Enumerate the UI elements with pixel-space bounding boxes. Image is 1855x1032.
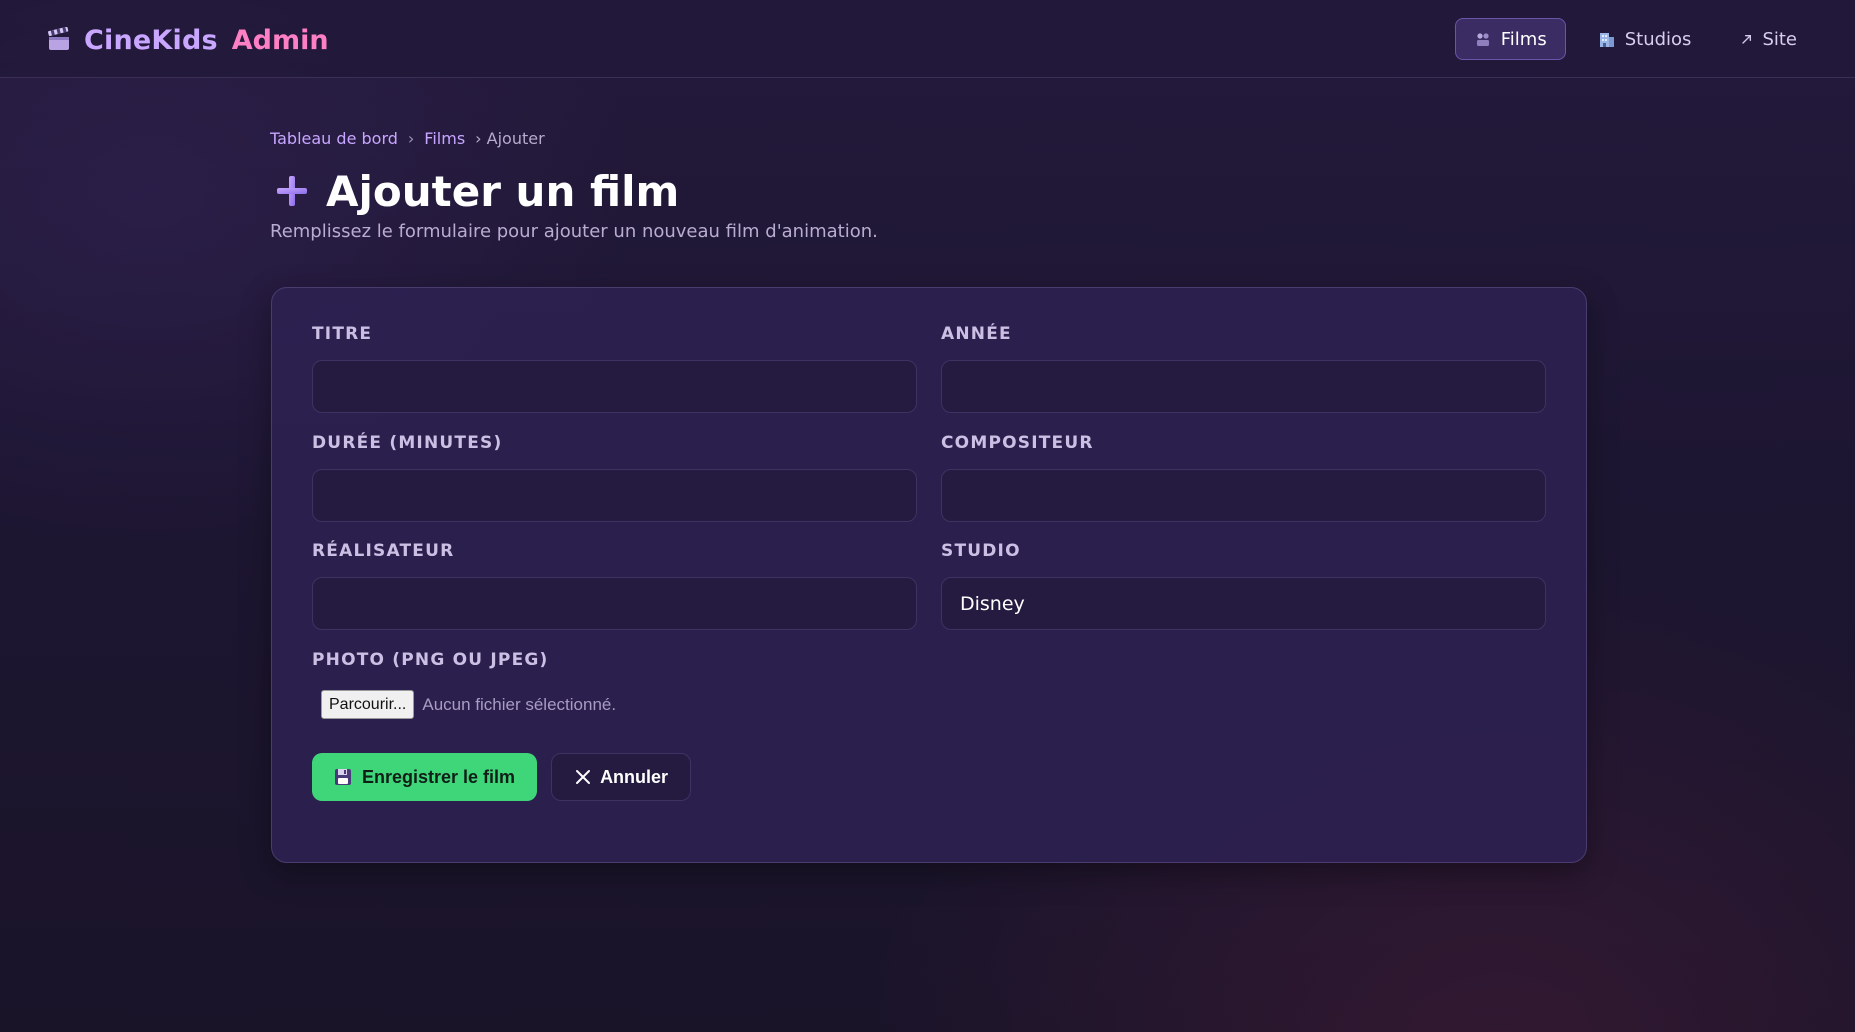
film-form-card: TITRE ANNÉE DURÉE (MINUTES) COMPOSITEUR … xyxy=(271,287,1587,863)
compositeur-input[interactable] xyxy=(941,469,1546,522)
duree-input[interactable] xyxy=(312,469,917,522)
cancel-label: Annuler xyxy=(600,766,669,787)
nav-item-label: Films xyxy=(1500,28,1547,50)
save-film-button[interactable]: Enregistrer le film xyxy=(312,753,538,801)
annee-field: ANNÉE xyxy=(941,324,1546,413)
annee-input[interactable] xyxy=(941,360,1546,413)
breadcrumb: Tableau de bord › Films › Ajouter xyxy=(270,129,545,148)
realisateur-input[interactable] xyxy=(312,577,917,630)
floppy-disk-icon xyxy=(335,769,351,785)
annee-label: ANNÉE xyxy=(941,324,1012,344)
external-arrow-icon xyxy=(1742,35,1752,44)
studio-label: STUDIO xyxy=(941,541,1021,561)
photo-field: PHOTO (PNG OU JPEG) Parcourir... Aucun f… xyxy=(312,650,616,719)
studio-selected-value: Disney xyxy=(960,592,1025,615)
page-subtitle: Remplissez le formulaire pour ajouter un… xyxy=(270,221,878,242)
file-status: Aucun fichier sélectionné. xyxy=(422,694,617,714)
duree-label: DURÉE (MINUTES) xyxy=(312,433,503,453)
nav-item-films[interactable]: Films xyxy=(1454,18,1566,60)
compositeur-field: COMPOSITEUR xyxy=(941,433,1546,522)
breadcrumb-separator: › xyxy=(407,129,415,148)
browse-button[interactable]: Parcourir... xyxy=(321,690,415,719)
breadcrumb-current: › Ajouter xyxy=(475,129,545,148)
top-navbar: CineKids Admin Films Studios Site xyxy=(0,0,1855,78)
realisateur-label: RÉALISATEUR xyxy=(312,541,455,561)
nav-item-label: Site xyxy=(1762,28,1797,50)
plus-icon xyxy=(277,176,307,206)
breadcrumb-dashboard-link[interactable]: Tableau de bord xyxy=(270,129,398,148)
studio-field: STUDIO Disney xyxy=(941,541,1546,630)
main-nav: Films Studios Site xyxy=(1454,18,1815,60)
nav-item-label: Studios xyxy=(1624,28,1692,50)
form-actions: Enregistrer le film Annuler xyxy=(312,753,692,801)
film-people-icon xyxy=(1476,33,1489,46)
brand-admin-label: Admin xyxy=(231,24,329,56)
clapperboard-icon xyxy=(48,27,69,50)
studio-select[interactable]: Disney xyxy=(941,577,1546,630)
page-title: Ajouter un film xyxy=(274,164,679,218)
titre-field: TITRE xyxy=(312,324,917,413)
compositeur-label: COMPOSITEUR xyxy=(941,433,1094,453)
nav-item-studios[interactable]: Studios xyxy=(1580,18,1710,60)
duree-field: DURÉE (MINUTES) xyxy=(312,433,917,522)
brand-name: CineKids xyxy=(84,24,218,56)
titre-input[interactable] xyxy=(312,360,917,413)
realisateur-field: RÉALISATEUR xyxy=(312,541,917,630)
breadcrumb-films-link[interactable]: Films xyxy=(424,129,465,148)
save-film-label: Enregistrer le film xyxy=(362,766,516,787)
close-icon xyxy=(576,770,591,784)
nav-item-site[interactable]: Site xyxy=(1723,18,1815,60)
building-icon xyxy=(1599,33,1614,47)
file-input: Parcourir... Aucun fichier sélectionné. xyxy=(312,690,616,719)
brand-logo[interactable]: CineKids Admin xyxy=(46,20,329,60)
photo-label: PHOTO (PNG OU JPEG) xyxy=(312,650,549,670)
titre-label: TITRE xyxy=(312,324,373,344)
page-title-text: Ajouter un film xyxy=(326,166,680,216)
cancel-button[interactable]: Annuler xyxy=(551,753,692,801)
